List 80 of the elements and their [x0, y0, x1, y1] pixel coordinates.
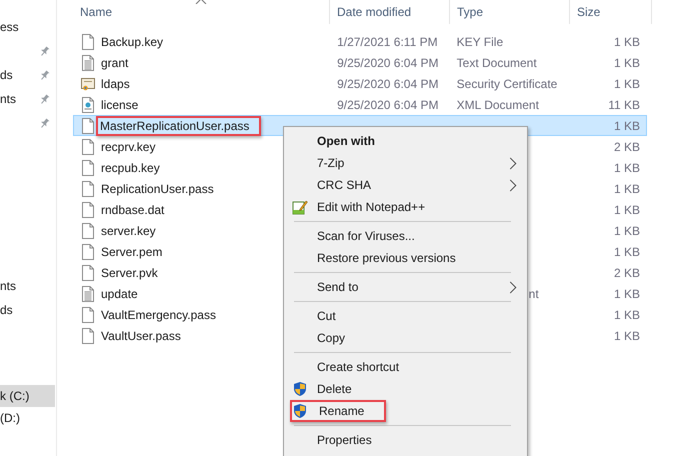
notepad-icon: [292, 199, 308, 215]
date-modified: 9/25/2020 6:04 PM: [337, 76, 438, 90]
menu-item[interactable]: Restore previous versions: [317, 249, 456, 267]
file-type: Text Document: [456, 56, 537, 70]
file-icon: [81, 306, 95, 322]
menu-item[interactable]: Cut: [317, 307, 336, 325]
file-type: XML Document: [456, 98, 539, 112]
column-header[interactable]: Size: [570, 0, 652, 24]
nav-item[interactable]: ds: [0, 63, 55, 87]
file-name[interactable]: recprv.key: [99, 138, 158, 154]
nav-item[interactable]: k (C:): [0, 385, 55, 407]
file-name[interactable]: ReplicationUser.pass: [99, 180, 216, 196]
certificate-icon: [81, 76, 95, 92]
file-size: 1 KB: [614, 328, 640, 342]
file-name[interactable]: VaultEmergency.pass: [99, 306, 218, 322]
text-file-icon: [81, 54, 95, 70]
file-size: 1 KB: [614, 224, 640, 238]
file-size: 2 KB: [614, 266, 640, 280]
text-file-icon: [81, 286, 95, 302]
date-modified: 9/25/2020 6:04 PM: [337, 56, 438, 70]
menu-item[interactable]: Scan for Viruses...: [317, 227, 415, 245]
column-header[interactable]: Name: [73, 0, 330, 24]
file-icon: [81, 34, 95, 50]
menu-item[interactable]: Properties: [317, 431, 372, 449]
file-size: 1 KB: [614, 118, 640, 132]
file-size: 1 KB: [614, 244, 640, 258]
date-modified: 9/25/2020 6:04 PM: [337, 98, 438, 112]
menu-item[interactable]: Send to: [317, 278, 358, 296]
nav-item[interactable]: ess: [0, 15, 55, 39]
file-name[interactable]: MasterReplicationUser.pass: [96, 116, 262, 136]
shield-icon: [292, 403, 308, 419]
menu-item[interactable]: 7-Zip: [317, 154, 344, 172]
file-name[interactable]: update: [99, 286, 140, 302]
file-name[interactable]: VaultUser.pass: [99, 328, 183, 344]
nav-item[interactable]: nts: [0, 274, 55, 298]
file-name[interactable]: rndbase.dat: [99, 202, 166, 218]
file-name[interactable]: Backup.key: [99, 34, 166, 50]
column-header[interactable]: Type: [450, 0, 570, 24]
menu-item[interactable]: Rename: [290, 400, 386, 422]
nav-item[interactable]: (D:): [0, 407, 55, 429]
nav-item[interactable]: ds: [0, 298, 55, 322]
menu-item[interactable]: Edit with Notepad++: [317, 198, 426, 216]
file-name[interactable]: Server.pvk: [99, 264, 160, 280]
file-icon: [81, 222, 95, 238]
menu-item[interactable]: Copy: [317, 329, 346, 347]
shield-icon: [292, 381, 308, 397]
column-header[interactable]: Date modified: [330, 0, 450, 24]
file-icon: [81, 328, 95, 344]
file-name[interactable]: Server.pem: [99, 244, 164, 260]
file-icon: [81, 118, 95, 134]
file-size: 1 KB: [614, 202, 640, 216]
file-icon: [81, 160, 95, 176]
menu-item[interactable]: Create shortcut: [317, 358, 400, 376]
file-icon: [81, 244, 95, 260]
file-size: 1 KB: [614, 76, 640, 90]
file-icon: [81, 138, 95, 154]
file-size: 1 KB: [614, 34, 640, 48]
file-icon: [81, 202, 95, 218]
date-modified: 1/27/2021 6:11 PM: [337, 34, 438, 48]
file-type: KEY File: [456, 34, 504, 48]
file-size: 11 KB: [608, 98, 640, 112]
file-type: nt: [528, 286, 539, 300]
file-size: 1 KB: [614, 160, 640, 174]
file-name[interactable]: license: [99, 96, 140, 112]
xml-file-icon: [81, 96, 95, 112]
file-name[interactable]: server.key: [99, 222, 158, 238]
file-name[interactable]: grant: [99, 54, 130, 70]
file-name[interactable]: ldaps: [99, 76, 132, 92]
file-size: 1 KB: [614, 286, 640, 300]
file-size: 1 KB: [614, 182, 640, 196]
file-size: 1 KB: [614, 56, 640, 70]
menu-item[interactable]: CRC SHA: [317, 176, 372, 194]
file-size: 1 KB: [614, 308, 640, 322]
nav-item[interactable]: nts: [0, 87, 55, 111]
file-icon: [81, 264, 95, 280]
file-name[interactable]: recpub.key: [99, 160, 162, 176]
file-icon: [81, 180, 95, 196]
menu-item[interactable]: Delete: [317, 380, 352, 398]
file-size: 2 KB: [614, 140, 640, 154]
file-type: Security Certificate: [456, 76, 558, 90]
